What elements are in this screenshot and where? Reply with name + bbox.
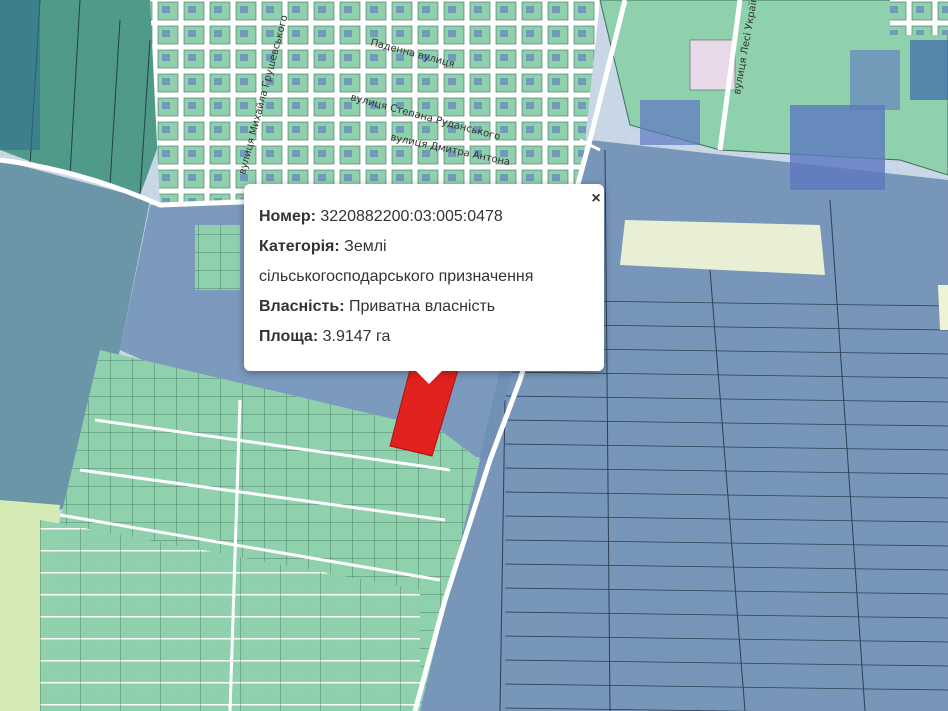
parcel-category-row: Категорія: Землі [259,232,590,262]
parcel-number-value: 3220882200:03:005:0478 [320,208,503,225]
parcel-ownership-label: Власність: [259,298,345,315]
parcel-number-row: Номер: 3220882200:03:005:0478 [259,202,590,232]
parcel-number-label: Номер: [259,208,316,225]
popup-tip [415,370,443,384]
parcel-category-value: Землі [344,238,387,255]
parcel-info-popup: × Номер: 3220882200:03:005:0478 Категорі… [244,184,604,384]
parcel-category-continuation: сільськогосподарського призначення [259,268,534,285]
close-popup-button[interactable]: × [588,188,604,210]
parcel-area-label: Площа: [259,328,319,345]
industrial-block [790,105,885,190]
parcel-area-value: 3.9147 га [322,328,391,345]
parcel-area-row: Площа: 3.9147 га [259,322,590,352]
parcel-ownership-row: Власність: Приватна власність [259,292,590,322]
parcel-category-label: Категорія: [259,238,340,255]
parcel-ownership-value: Приватна власність [348,298,496,315]
